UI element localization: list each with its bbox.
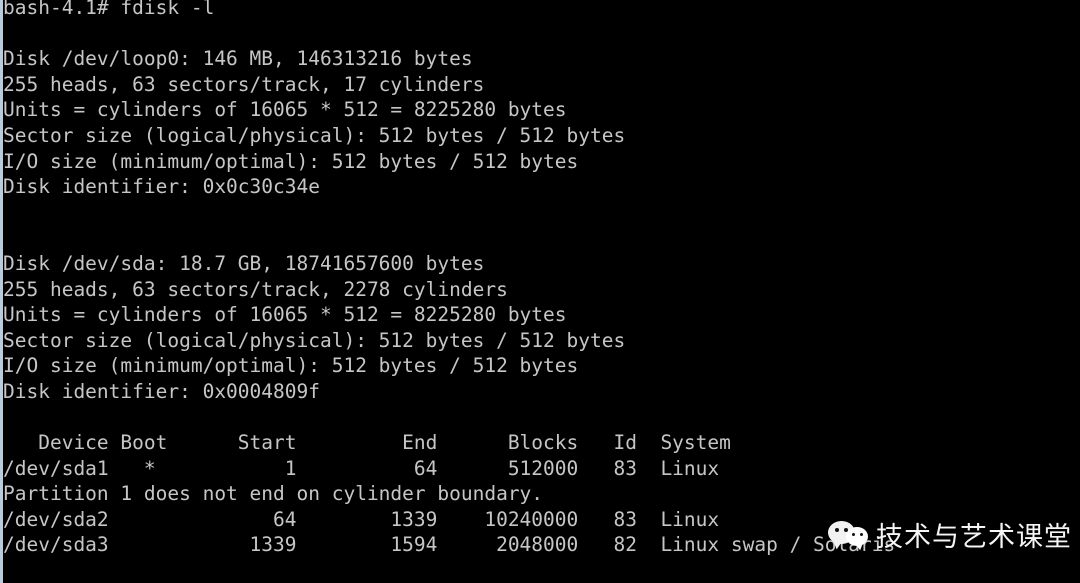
terminal-line: Units = cylinders of 16065 * 512 = 82252…	[3, 98, 567, 122]
terminal-line: Disk identifier: 0x0004809f	[3, 379, 320, 403]
terminal-line: Partition 1 does not end on cylinder bou…	[3, 482, 544, 506]
terminal-line: Disk /dev/loop0: 146 MB, 146313216 bytes	[3, 47, 473, 71]
terminal-line: bash-4.1# fdisk -l	[3, 0, 215, 19]
terminal-line: Sector size (logical/physical): 512 byte…	[3, 328, 626, 352]
terminal-line: Units = cylinders of 16065 * 512 = 82252…	[3, 303, 567, 327]
terminal-line: I/O size (minimum/optimal): 512 bytes / …	[3, 354, 579, 378]
terminal-line: /dev/sda1 * 1 64 512000 83 Linux	[3, 456, 720, 480]
terminal-line: 255 heads, 63 sectors/track, 17 cylinder…	[3, 72, 485, 96]
terminal-line: /dev/sda3 1339 1594 2048000 82 Linux swa…	[3, 533, 896, 557]
terminal-line: Disk /dev/sda: 18.7 GB, 18741657600 byte…	[3, 251, 485, 275]
terminal-output[interactable]: bash-4.1# fdisk -l Disk /dev/loop0: 146 …	[0, 0, 1080, 558]
terminal-line: Disk identifier: 0x0c30c34e	[3, 175, 320, 199]
terminal-line: Sector size (logical/physical): 512 byte…	[3, 123, 626, 147]
terminal-line: 255 heads, 63 sectors/track, 2278 cylind…	[3, 277, 508, 301]
terminal-line: Device Boot Start End Blocks Id System	[3, 431, 731, 455]
left-edge-strip	[0, 0, 3, 583]
terminal-line: /dev/sda2 64 1339 10240000 83 Linux	[3, 507, 720, 531]
terminal-screen: bash-4.1# fdisk -l Disk /dev/loop0: 146 …	[0, 0, 1080, 583]
terminal-line: I/O size (minimum/optimal): 512 bytes / …	[3, 149, 579, 173]
